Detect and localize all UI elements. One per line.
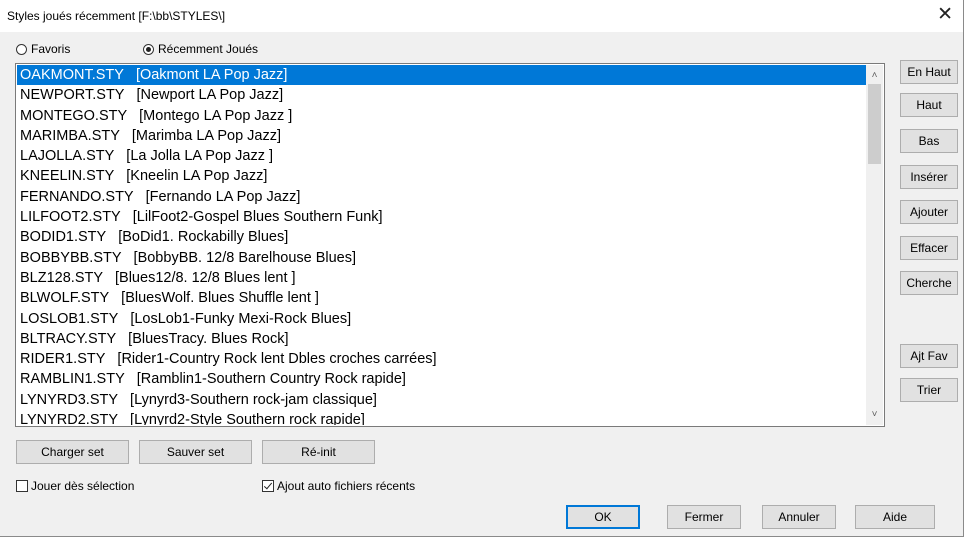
jouer-des-selection-checkbox[interactable]: Jouer dès sélection [16, 478, 134, 494]
list-item-description: [LosLob1-Funky Mexi-Rock Blues] [130, 310, 352, 327]
list-item[interactable]: LYNYRD3.STY [Lynyrd3-Southern rock-jam cl… [17, 390, 866, 410]
list-item[interactable]: BLZ128.STY [Blues12/8. 12/8 Blues lent ] [17, 268, 866, 288]
radio-favoris[interactable]: Favoris [16, 41, 70, 57]
list-item-filename: LILFOOT2.STY [20, 209, 121, 226]
bas-button[interactable]: Bas [900, 129, 958, 153]
list-item-filename: BLTRACY.STY [20, 330, 117, 347]
list-item-filename: MARIMBA.STY [20, 127, 120, 144]
ajouter-button[interactable]: Ajouter [900, 200, 958, 224]
list-item[interactable]: KNEELIN.STY [Kneelin LA Pop Jazz] [17, 166, 866, 186]
radio-recemment-joues[interactable]: Récemment Joués [143, 41, 258, 57]
title-bar: Styles joués récemment [F:\bb\STYLES\] ✕ [0, 0, 963, 32]
list-item-description: [LilFoot2-Gospel Blues Southern Funk] [132, 209, 383, 226]
list-item-filename: BLWOLF.STY [20, 290, 110, 307]
list-item-filename: LOSLOB1.STY [20, 310, 119, 327]
list-item-description: [BluesWolf. Blues Shuffle lent ] [121, 290, 319, 307]
list-item[interactable]: BLWOLF.STY [BluesWolf. Blues Shuffle lent… [17, 288, 866, 308]
sauver-set-button[interactable]: Sauver set [139, 440, 252, 464]
list-item-filename: LYNYRD3.STY [20, 391, 119, 408]
list-item-description: [BobbyBB. 12/8 Barelhouse Blues] [133, 249, 357, 266]
list-item-description: [La Jolla LA Pop Jazz ] [126, 148, 273, 165]
list-item[interactable]: BOBBYBB.STY [BobbyBB. 12/8 Barelhouse Blu… [17, 248, 866, 268]
vertical-scrollbar[interactable]: ˄ ˅ [866, 65, 883, 425]
list-item[interactable]: BODID1.STY [BoDid1. Rockabilly Blues] [17, 227, 866, 247]
list-item[interactable]: MARIMBA.STY [Marimba LA Pop Jazz] [17, 126, 866, 146]
list-item[interactable]: OAKMONT.STY [Oakmont LA Pop Jazz] [17, 65, 866, 86]
list-item[interactable]: LYNYRD2.STY [Lynyrd2-Style Southern rock … [17, 410, 866, 425]
list-item-description: [BluesTracy. Blues Rock] [128, 330, 289, 347]
radio-favoris-label: Favoris [31, 42, 71, 56]
trier-button[interactable]: Trier [900, 378, 958, 402]
list-item[interactable]: LOSLOB1.STY [LosLob1-Funky Mexi-Rock Blue… [17, 309, 866, 329]
ajout-auto-label: Ajout auto fichiers récents [277, 479, 416, 493]
list-item-description: [Oakmont LA Pop Jazz] [135, 67, 288, 83]
ajout-auto-checkbox[interactable]: Ajout auto fichiers récents [262, 478, 415, 494]
radio-favoris-indicator[interactable] [16, 43, 27, 55]
fermer-button[interactable]: Fermer [667, 505, 741, 529]
scroll-up-arrow-icon[interactable]: ˄ [866, 67, 883, 84]
list-item[interactable]: NEWPORT.STY [Newport LA Pop Jazz] [17, 85, 866, 105]
list-item-description: [Fernando LA Pop Jazz] [145, 188, 301, 205]
ajout-auto-box[interactable] [262, 480, 274, 492]
list-item-filename: MONTEGO.STY [20, 107, 128, 124]
list-item-filename: NEWPORT.STY [20, 87, 125, 104]
list-item[interactable]: LILFOOT2.STY [LilFoot2-Gospel Blues South… [17, 207, 866, 227]
annuler-button[interactable]: Annuler [762, 505, 836, 529]
list-item-description: [Lynyrd3-Southern rock-jam classique] [130, 391, 377, 408]
list-item[interactable]: BLTRACY.STY [BluesTracy. Blues Rock] [17, 329, 866, 349]
list-item[interactable]: FERNANDO.STY [Fernando LA Pop Jazz] [17, 187, 866, 207]
list-item-description: [Kneelin LA Pop Jazz] [126, 168, 268, 185]
styles-listbox[interactable]: OAKMONT.STY [Oakmont LA Pop Jazz] NEWPORT.… [15, 63, 885, 427]
list-item-filename: LYNYRD2.STY [20, 412, 119, 425]
cherche-button[interactable]: Cherche [900, 271, 958, 295]
aide-button[interactable]: Aide [855, 505, 935, 529]
list-item-description: [Blues12/8. 12/8 Blues lent ] [115, 269, 296, 286]
jouer-des-selection-box[interactable] [16, 480, 28, 492]
en-haut-button[interactable]: En Haut [900, 60, 958, 84]
list-item-description: [Montego LA Pop Jazz ] [139, 107, 293, 124]
list-item-filename: OAKMONT.STY [20, 67, 124, 83]
list-item-description: [Marimba LA Pop Jazz] [131, 127, 281, 144]
list-item-description: [BoDid1. Rockabilly Blues] [118, 229, 289, 246]
charger-set-button[interactable]: Charger set [16, 440, 129, 464]
list-item-filename: BODID1.STY [20, 229, 107, 246]
ok-button[interactable]: OK [566, 505, 640, 529]
styles-list: OAKMONT.STY [Oakmont LA Pop Jazz] NEWPORT.… [17, 65, 866, 425]
list-item-filename: BLZ128.STY [20, 269, 104, 286]
list-item[interactable]: RIDER1.STY [Rider1-Country Rock lent Dble… [17, 349, 866, 369]
list-item[interactable]: RAMBLIN1.STY [Ramblin1-Southern Country R… [17, 369, 866, 389]
styles-recents-dialog: Styles joués récemment [F:\bb\STYLES\] ✕… [0, 0, 964, 537]
window-title: Styles joués récemment [F:\bb\STYLES\] [7, 9, 226, 23]
list-item[interactable]: LAJOLLA.STY [La Jolla LA Pop Jazz ] [17, 146, 866, 166]
scroll-down-arrow-icon[interactable]: ˅ [866, 406, 883, 423]
scroll-thumb[interactable] [868, 84, 881, 164]
list-item-filename: KNEELIN.STY [20, 168, 115, 185]
reinit-button[interactable]: Ré-init [262, 440, 375, 464]
list-item-description: [Rider1-Country Rock lent Dbles croches … [117, 351, 437, 368]
list-item-filename: RIDER1.STY [20, 351, 106, 368]
jouer-des-selection-label: Jouer dès sélection [31, 479, 135, 493]
list-item-filename: LAJOLLA.STY [20, 148, 115, 165]
list-item-filename: BOBBYBB.STY [20, 249, 122, 266]
list-item[interactable]: MONTEGO.STY [Montego LA Pop Jazz ] [17, 106, 866, 126]
ajt-fav-button[interactable]: Ajt Fav [900, 344, 958, 368]
effacer-button[interactable]: Effacer [900, 236, 958, 260]
list-item-description: [Newport LA Pop Jazz] [136, 87, 284, 104]
list-item-description: [Lynyrd2-Style Southern rock rapide] [130, 412, 365, 425]
radio-recemment-joues-indicator[interactable] [143, 43, 154, 55]
list-item-description: [Ramblin1-Southern Country Rock rapide] [136, 371, 406, 388]
radio-recemment-joues-label: Récemment Joués [158, 42, 259, 56]
list-item-filename: RAMBLIN1.STY [20, 371, 125, 388]
list-item-filename: FERNANDO.STY [20, 188, 134, 205]
haut-button[interactable]: Haut [900, 93, 958, 117]
close-icon[interactable]: ✕ [937, 5, 953, 24]
inserer-button[interactable]: Insérer [900, 165, 958, 189]
